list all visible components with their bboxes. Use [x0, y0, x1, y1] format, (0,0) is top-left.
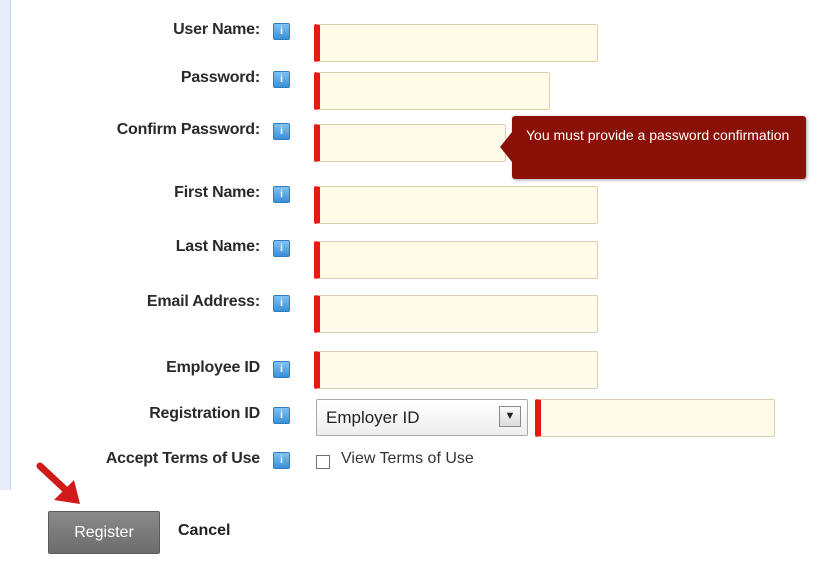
chevron-down-icon[interactable]: ▼ [499, 406, 521, 427]
cancel-button[interactable]: Cancel [178, 522, 230, 540]
confirm-password-label: Confirm Password: [116, 121, 260, 138]
password-input[interactable] [314, 72, 550, 110]
confirm-password-input[interactable] [314, 124, 506, 162]
info-icon[interactable]: i [273, 452, 290, 469]
info-icon[interactable]: i [273, 361, 290, 378]
last-name-input[interactable] [314, 241, 598, 279]
last-name-label: Last Name: [175, 238, 260, 255]
info-icon[interactable]: i [273, 295, 290, 312]
registration-type-value: Employer ID [326, 408, 420, 427]
view-terms-link[interactable]: View Terms of Use [341, 450, 474, 468]
info-icon[interactable]: i [273, 186, 290, 203]
user-name-input[interactable] [314, 24, 598, 62]
first-name-input[interactable] [314, 186, 598, 224]
pointer-arrow-icon [36, 462, 80, 504]
info-icon[interactable]: i [273, 23, 290, 40]
accept-terms-checkbox[interactable] [316, 455, 330, 469]
employee-id-label: Employee ID [166, 359, 260, 376]
registration-type-select[interactable]: Employer ID ▼ [316, 399, 528, 436]
password-confirmation-error-tooltip: You must provide a password confirmation [500, 116, 806, 179]
info-icon[interactable]: i [273, 71, 290, 88]
registration-id-label: Registration ID [149, 405, 260, 422]
info-icon[interactable]: i [273, 240, 290, 257]
first-name-label: First Name: [174, 184, 260, 201]
info-icon[interactable]: i [273, 123, 290, 140]
email-address-label: Email Address: [146, 293, 260, 310]
password-label: Password: [180, 69, 260, 86]
info-icon[interactable]: i [273, 407, 290, 424]
register-button[interactable]: Register [48, 511, 160, 554]
email-address-input[interactable] [314, 295, 598, 333]
registration-id-input[interactable] [535, 399, 775, 437]
user-name-label: User Name: [173, 21, 260, 38]
employee-id-input[interactable] [314, 351, 598, 389]
